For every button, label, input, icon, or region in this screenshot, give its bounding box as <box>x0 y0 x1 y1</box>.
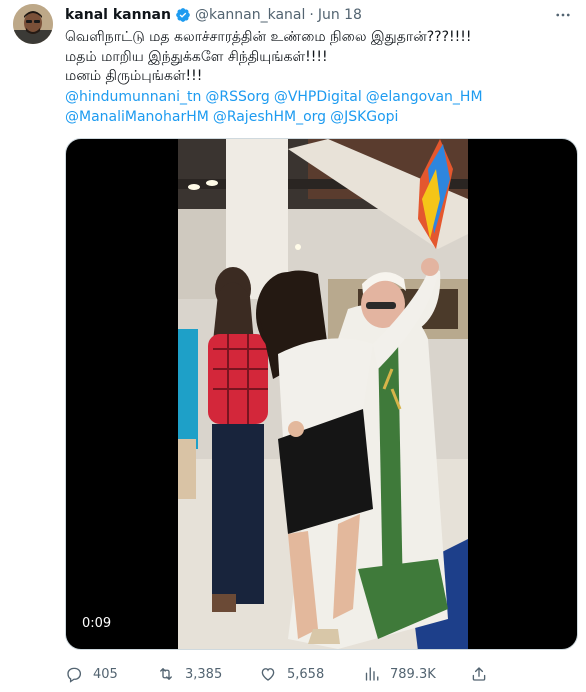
video-frame <box>178 139 468 649</box>
video-player[interactable]: 0:09 <box>65 138 578 650</box>
like-count: 5,658 <box>287 666 325 682</box>
tweet-date[interactable]: Jun 18 <box>318 7 362 23</box>
mention-link[interactable]: @JSKGopi <box>330 109 398 125</box>
mentions: @hindumunnani_tn @RSSorg @VHPDigital @elang… <box>65 87 577 127</box>
tweet-line-3: மனம் திரும்புங்கள்!!! <box>65 68 203 84</box>
tweet-text: வெளிநாட்டு மத கலாச்சாரத்தின் உண்மை நிலை … <box>65 28 577 87</box>
video-still-image <box>178 139 468 649</box>
analytics-icon <box>365 667 379 681</box>
retweet-icon <box>160 668 172 680</box>
reply-icon <box>67 667 82 683</box>
mention-link[interactable]: @hindumunnani_tn <box>65 89 201 105</box>
mention-link[interactable]: @RajeshHM_org <box>213 109 326 125</box>
mentions-row-2: @ManaliManoharHM @RajeshHM_org @JSKGopi <box>65 107 577 127</box>
verified-badge-icon <box>175 7 191 23</box>
retweet-count: 3,385 <box>185 666 223 682</box>
tweet-actions: 405 3,385 5,658 789.3K <box>65 662 578 686</box>
retweet-button[interactable]: 3,385 <box>157 665 222 683</box>
avatar[interactable] <box>13 4 53 44</box>
avatar-image <box>13 4 53 44</box>
video-timestamp: 0:09 <box>76 614 118 633</box>
mention-link[interactable]: @elangovan_HM <box>366 89 483 105</box>
tweet-line-2: மதம் மாறிய இந்துக்களே சிந்தியுங்கள்!!!! <box>65 48 328 65</box>
tweet-line-1: வெளிநாட்டு மத கலாச்சாரத்தின் உண்மை நிலை … <box>65 29 472 45</box>
share-button[interactable] <box>470 665 498 683</box>
like-button[interactable]: 5,658 <box>259 665 324 683</box>
mention-link[interactable]: @ManaliManoharHM <box>65 109 209 125</box>
heart-icon <box>261 668 275 681</box>
mention-link[interactable]: @VHPDigital <box>274 89 362 105</box>
share-icon <box>472 667 486 681</box>
views-count: 789.3K <box>390 666 436 682</box>
mentions-row-1: @hindumunnani_tn @RSSorg @VHPDigital @elang… <box>65 87 577 107</box>
mention-link[interactable]: @RSSorg <box>205 89 269 105</box>
reply-count: 405 <box>93 666 118 682</box>
display-name[interactable]: kanal kannan <box>65 7 171 23</box>
views-button[interactable]: 789.3K <box>362 665 436 683</box>
separator-dot: · <box>309 7 314 23</box>
user-handle[interactable]: @kannan_kanal <box>195 7 305 23</box>
reply-button[interactable]: 405 <box>65 665 118 683</box>
tweet-header: kanal kannan @kannan_kanal · Jun 18 <box>65 6 362 24</box>
more-horizontal-icon[interactable] <box>552 4 574 26</box>
